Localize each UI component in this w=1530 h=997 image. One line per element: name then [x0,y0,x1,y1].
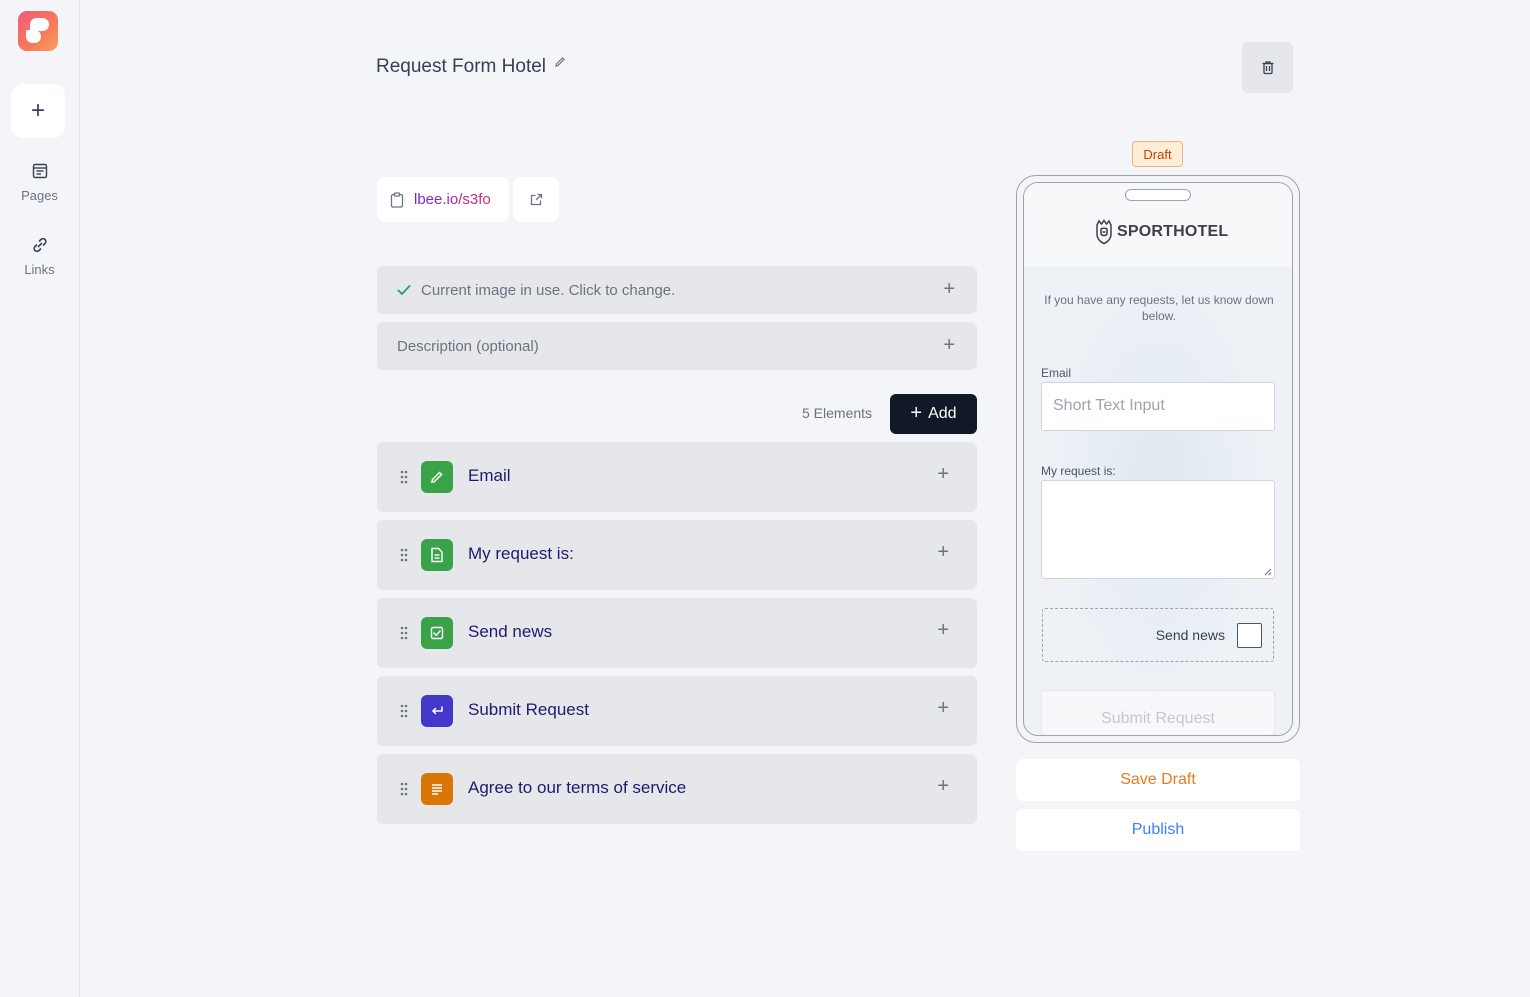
expand-icon[interactable]: + [943,334,955,357]
send-news-checkbox[interactable] [1237,623,1262,648]
check-icon [397,285,411,295]
sidebar: + Pages Links [0,0,80,997]
expand-icon[interactable]: + [937,463,949,486]
open-link-button[interactable] [513,177,559,222]
expand-icon[interactable]: + [937,541,949,564]
phone-preview: SPORTHOTEL If you have any requests, let… [1016,175,1300,743]
sidebar-item-label: Links [24,262,55,277]
element-row-send-news[interactable]: Send news + [377,598,977,668]
document-icon [421,539,453,571]
trash-icon [1262,61,1273,75]
enter-icon [421,695,453,727]
email-placeholder: Short Text Input [1053,397,1165,414]
request-textarea[interactable] [1041,480,1275,579]
new-button[interactable]: + [11,84,65,138]
element-label: Agree to our terms of service [468,778,687,797]
description-bar[interactable]: Description (optional) + [377,322,977,370]
submit-request-button[interactable]: Submit Request [1041,690,1275,735]
add-label: Add [928,405,957,422]
element-label: My request is: [468,544,574,563]
preview-description: If you have any requests, let us know do… [1044,293,1274,323]
description-placeholder: Description (optional) [397,337,539,355]
element-row-terms[interactable]: Agree to our terms of service + [377,754,977,824]
expand-icon[interactable]: + [937,775,949,798]
element-row-email[interactable]: Email + [377,442,977,512]
link-icon [32,237,47,253]
checkbox-label: Send news [1155,627,1225,643]
status-badge: Draft [1132,141,1183,167]
checkbox-icon [421,617,453,649]
expand-icon[interactable]: + [937,697,949,720]
delete-button[interactable] [1242,42,1293,93]
sidebar-item-label: Pages [21,188,58,203]
request-label: My request is: [1041,464,1116,478]
hotel-crest-icon [1096,219,1112,245]
element-row-request[interactable]: My request is: + [377,520,977,590]
phone-notch [1125,189,1191,201]
send-news-checkbox-field: Send news [1042,608,1274,662]
image-bar[interactable]: Current image in use. Click to change. + [377,266,977,314]
expand-icon[interactable]: + [943,278,955,301]
email-label: Email [1041,366,1072,380]
sidebar-item-links[interactable]: Links [0,236,79,277]
elements-count: 5 Elements [802,405,873,421]
drag-handle-icon[interactable] [400,626,408,640]
element-row-submit[interactable]: Submit Request + [377,676,977,746]
resize-handle-icon[interactable] [1264,568,1272,576]
image-status-text: Current image in use. Click to change. [421,281,676,299]
phone-screen: SPORTHOTEL If you have any requests, let… [1023,182,1293,736]
expand-icon[interactable]: + [937,619,949,642]
preview-header: SPORTHOTEL [1024,183,1292,266]
brand-logo: SPORTHOTEL [1094,219,1228,245]
preview-body: If you have any requests, let us know do… [1024,266,1292,735]
brand-name: SPORTHOTEL [1117,223,1229,240]
add-element-button[interactable]: + Add [890,394,977,434]
text-lines-icon [421,773,453,805]
title-row: Request Form Hotel [376,56,566,78]
drag-handle-icon[interactable] [400,470,408,484]
external-link-icon [530,193,542,206]
clipboard-icon[interactable] [390,191,404,208]
element-label: Email [468,466,511,485]
save-draft-button[interactable]: Save Draft [1016,759,1300,801]
page-title[interactable]: Request Form Hotel [376,56,546,78]
pencil-icon[interactable] [554,56,566,68]
short-link-url[interactable]: lbee.io/s3fo [414,191,491,208]
drag-handle-icon[interactable] [400,704,408,718]
pencil-icon [421,461,453,493]
element-label: Send news [468,622,553,641]
email-input[interactable]: Short Text Input [1041,382,1275,431]
publish-button[interactable]: Publish [1016,809,1300,851]
app-logo[interactable] [18,11,58,51]
drag-handle-icon[interactable] [400,548,408,562]
element-label: Submit Request [468,700,589,719]
plus-icon: + [910,401,923,424]
short-link[interactable]: lbee.io/s3fo [377,177,509,222]
pages-icon [32,163,47,179]
drag-handle-icon[interactable] [400,782,408,796]
sidebar-item-pages[interactable]: Pages [0,162,79,203]
